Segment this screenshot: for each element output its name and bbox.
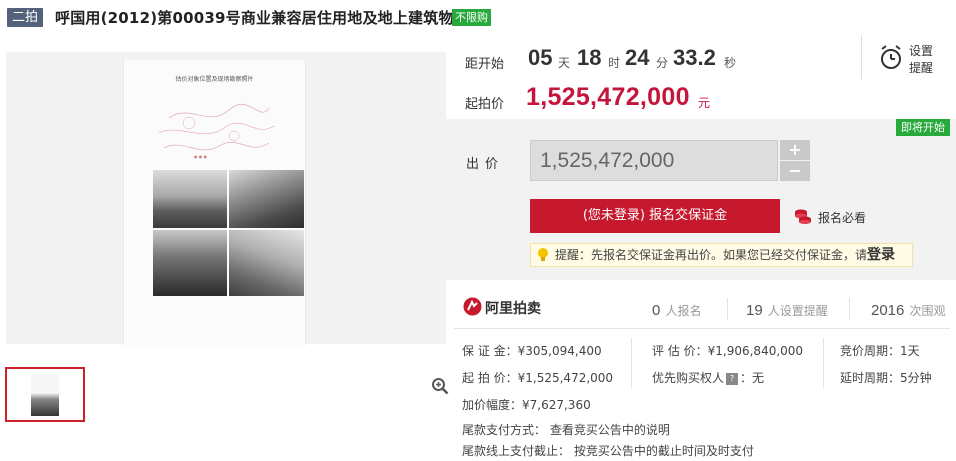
divider [631, 338, 632, 388]
document-title: 估价对象位置及现场勘察照片 [175, 76, 254, 83]
countdown-minutes: 24 [625, 45, 650, 70]
round-badge: 二拍 [7, 8, 44, 27]
countdown-seconds-unit: 秒 [724, 56, 737, 70]
ali-auction-brand: 阿里拍卖 [485, 301, 541, 317]
countdown-panel: 距开始 05 天 18 时 24 分 33.2 秒 设置 提醒 起拍价 1,52… [446, 35, 956, 120]
start-price-value: 1,525,472,000 [526, 83, 690, 111]
stat-registrations: 0 人报名 [652, 300, 701, 319]
start-price-unit: 元 [698, 96, 711, 110]
delay-cycle: 延时周期：5分钟 [840, 371, 932, 385]
login-notice: 提醒：先报名交保证金再出价。如果您已经交付保证金，请登录 [530, 243, 913, 267]
ali-auction-icon [463, 297, 482, 316]
reminder-label-line2: 提醒 [909, 61, 934, 75]
stat-unit: 人报名 [665, 304, 702, 318]
divider [454, 328, 950, 329]
page-title: 呼国用(2012)第00039号商业兼容居住用地及地上建筑物 [55, 9, 454, 27]
document-photo: 估价对象位置及现场勘察照片 ● ● ● [123, 60, 306, 345]
site-photo-1 [153, 170, 227, 228]
divider [823, 338, 824, 388]
login-link[interactable]: 登录 [867, 247, 895, 263]
stat-num: 19 [746, 302, 763, 319]
thumbnail-image [31, 374, 59, 416]
stat-reminders: 19 人设置提醒 [746, 300, 828, 319]
stat-unit: 人设置提醒 [767, 304, 828, 318]
site-photo-4 [229, 230, 304, 296]
bid-increment: 加价幅度：¥7,627,360 [462, 398, 591, 412]
site-photo-2 [229, 170, 304, 228]
document-scribble: ● ● ● [158, 103, 275, 159]
main-image[interactable]: 估价对象位置及现场勘察照片 ● ● ● [6, 52, 449, 395]
divider [849, 298, 850, 320]
bid-label: 出价 [466, 157, 505, 172]
registration-guide-link[interactable]: 报名必看 [818, 209, 866, 226]
divider [727, 298, 728, 320]
register-deposit-button[interactable]: (您未登录) 报名交保证金 [530, 199, 780, 233]
balance-payment-method: 尾款支付方式： 查看竞买公告中的说明 [462, 423, 670, 437]
status-badge: 即将开始 [896, 119, 950, 136]
bid-amount-input[interactable]: 1,525,472,000 [530, 140, 778, 181]
balance-payment-deadline: 尾款线上支付截止： 按竞买公告中的截止时间及时支付 [462, 444, 754, 458]
countdown-seconds: 33.2 [673, 45, 716, 70]
bid-cycle: 竞价周期：1天 [840, 344, 920, 358]
stat-num: 0 [652, 302, 661, 319]
purchase-limit-badge: 不限购 [452, 9, 491, 26]
stat-views: 2016 次围观 [871, 300, 945, 319]
lightbulb-icon [538, 248, 548, 261]
decrease-bid-button[interactable]: − [780, 161, 810, 181]
increase-bid-button[interactable]: + [780, 140, 810, 160]
start-price-label: 起拍价 [465, 97, 505, 112]
deposit: 保 证 金：¥305,094,400 [462, 344, 602, 358]
auction-info: 阿里拍卖 0 人报名 19 人设置提醒 2016 次围观 保 证 金：¥305,… [446, 280, 956, 461]
stat-unit: 次围观 [909, 304, 946, 318]
thumbnail-selected[interactable] [5, 367, 85, 422]
reminder-label: 设置 提醒 [909, 43, 933, 77]
countdown-hours-unit: 时 [608, 56, 621, 70]
info-icon[interactable]: ? [726, 372, 739, 385]
countdown-label: 距开始 [465, 57, 505, 72]
appraisal-price: 评 估 价：¥1,906,840,000 [652, 344, 804, 358]
countdown-hours: 18 [577, 45, 602, 70]
coins-icon [795, 209, 811, 224]
divider [861, 35, 862, 79]
set-reminder-button[interactable]: 设置 提醒 [876, 41, 946, 77]
countdown-days-unit: 天 [558, 56, 571, 70]
ali-auction-logo: 阿里拍卖 [463, 297, 543, 317]
countdown-days: 05 [528, 45, 553, 70]
title-bar: 二拍 呼国用(2012)第00039号商业兼容居住用地及地上建筑物 不限购 [0, 0, 956, 34]
priority-purchaser: 优先购买权人? ：无 [652, 369, 764, 386]
start-price: 起 拍 价：¥1,525,472,000 [462, 371, 614, 385]
countdown-minutes-unit: 分 [656, 56, 669, 70]
priority-label: 优先购买权人 [652, 371, 725, 385]
bid-panel: 即将开始 出价 1,525,472,000 + − (您未登录) 报名交保证金 … [446, 119, 956, 280]
notice-text: 提醒：先报名交保证金再出价。如果您已经交付保证金，请 [555, 248, 868, 262]
reminder-label-line1: 设置 [909, 44, 934, 58]
priority-value: ：无 [740, 371, 765, 385]
alarm-clock-icon [881, 45, 901, 69]
stat-num: 2016 [871, 302, 905, 319]
svg-text:● ● ●: ● ● ● [194, 154, 208, 159]
site-photo-3 [153, 230, 227, 296]
